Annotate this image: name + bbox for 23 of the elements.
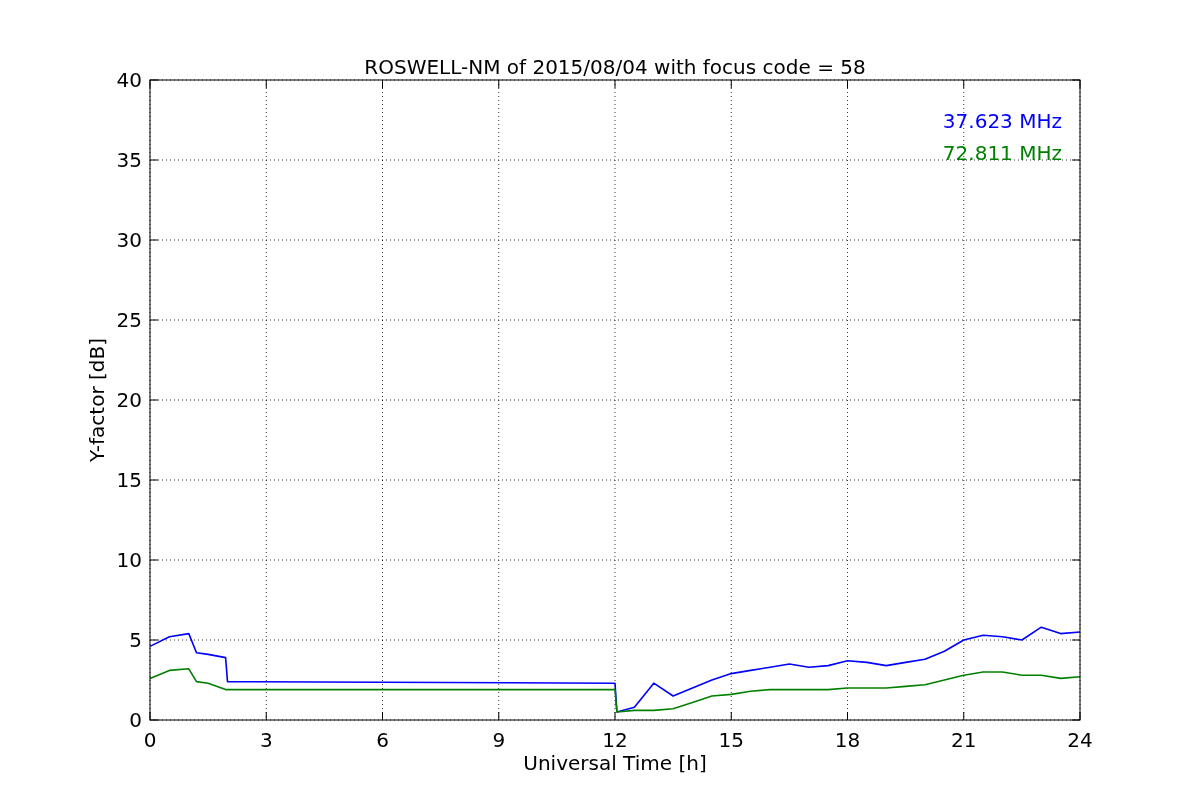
- axis-title: Y-factor [dB]: [85, 338, 109, 462]
- axis-title: Universal Time [h]: [523, 751, 707, 775]
- tick-label: 6: [376, 728, 389, 752]
- tick-label: 0: [129, 708, 142, 732]
- legend-label: 72.811 MHz: [942, 141, 1062, 165]
- tick-label: 15: [718, 728, 744, 752]
- tick-label: 35: [116, 148, 142, 172]
- tick-label: 40: [116, 68, 142, 92]
- tick-label: 9: [492, 728, 506, 752]
- tick-label: 10: [116, 548, 142, 572]
- tick-label: 3: [259, 728, 273, 752]
- tick-label: 30: [116, 228, 142, 252]
- tick-label: 0: [143, 728, 157, 752]
- tick-label: 5: [129, 628, 142, 652]
- tick-label: 15: [116, 468, 142, 492]
- tick-label: 21: [951, 728, 977, 752]
- tick-label: 20: [116, 388, 142, 412]
- tick-label: 18: [834, 728, 861, 752]
- tick-label: 12: [602, 728, 628, 752]
- tick-label: 25: [116, 308, 142, 332]
- tick-label: 24: [1067, 728, 1093, 752]
- legend-label: 37.623 MHz: [942, 109, 1062, 133]
- chart-title: ROSWELL-NM of 2015/08/04 with focus code = 58: [364, 55, 866, 79]
